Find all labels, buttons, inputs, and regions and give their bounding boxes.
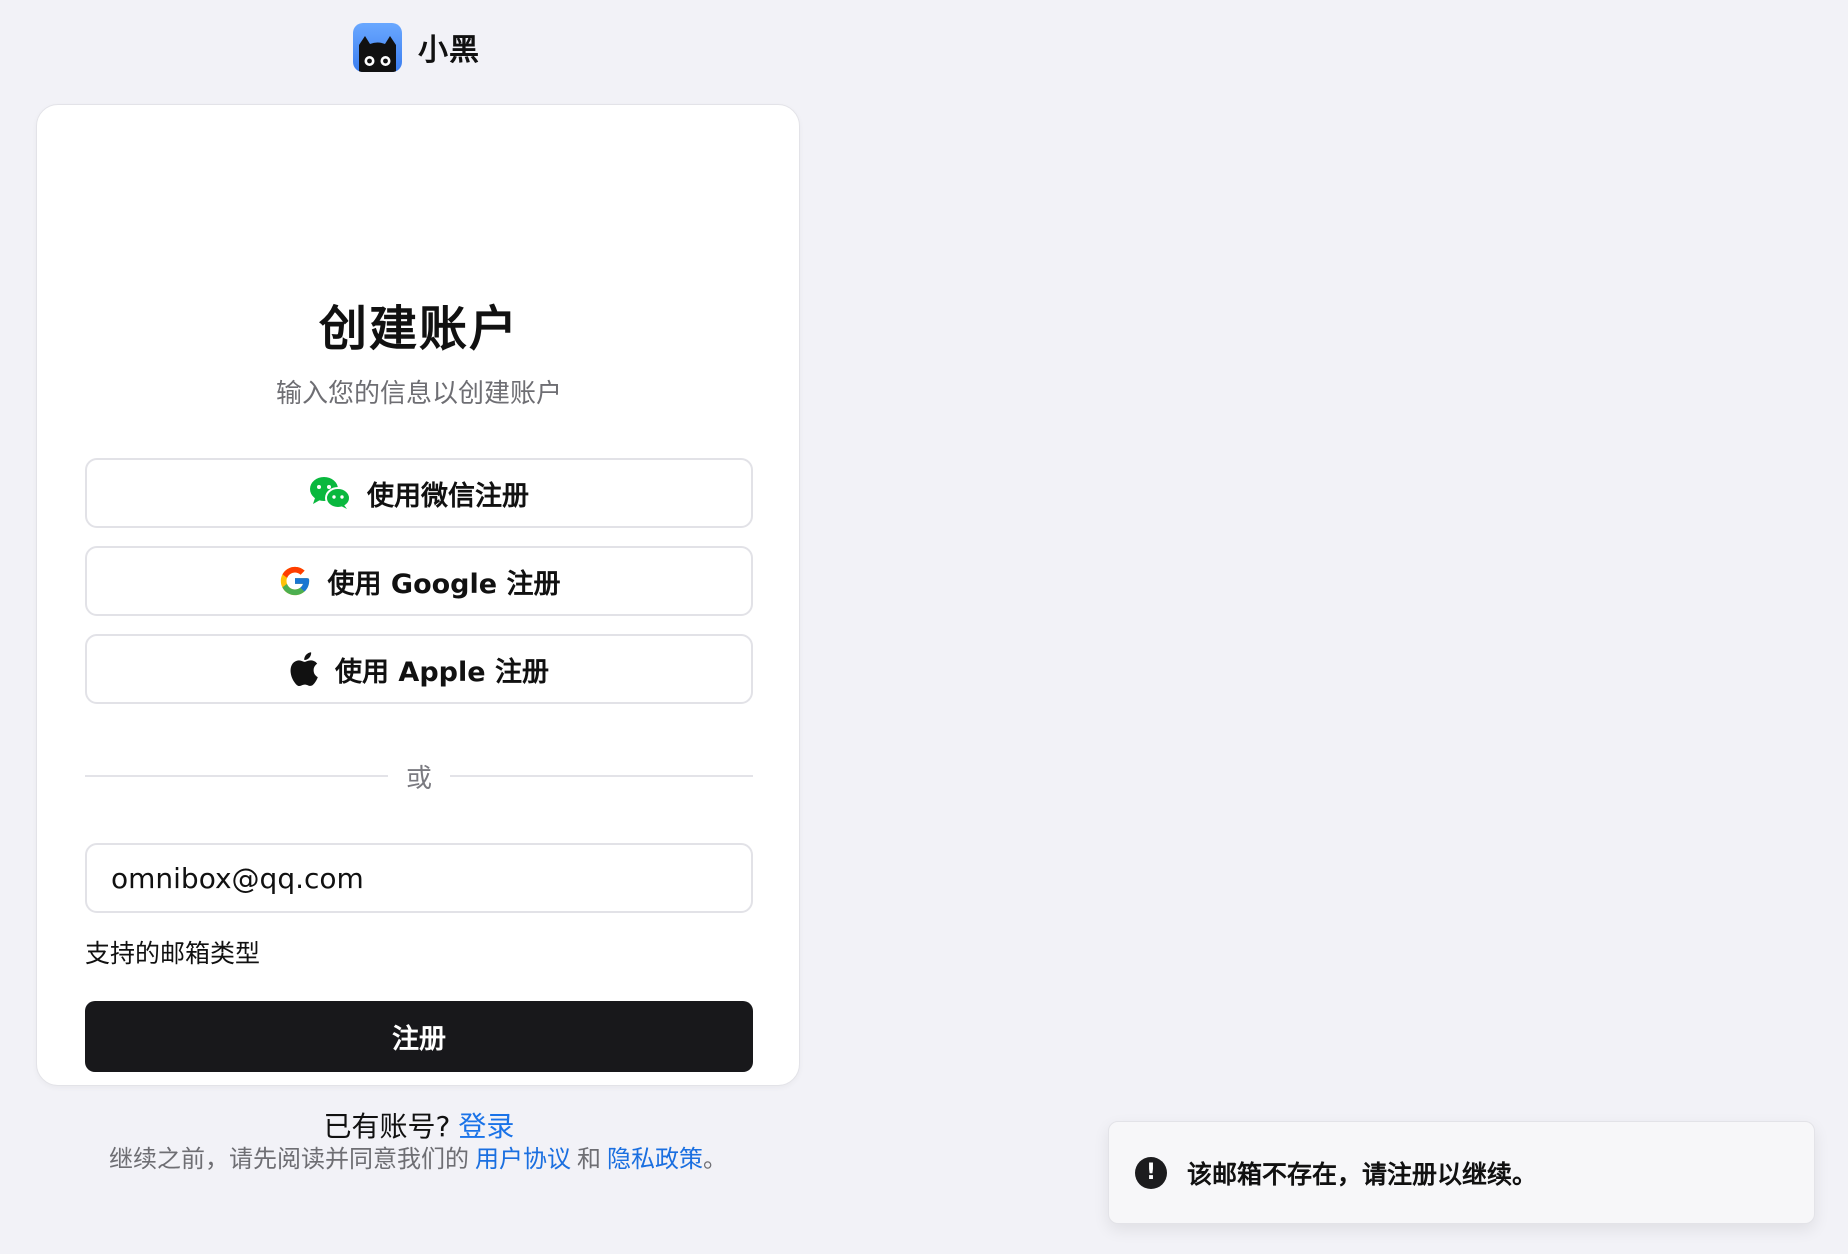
google-signup-label: 使用 Google 注册 bbox=[327, 568, 561, 600]
terms-prefix: 继续之前，请先阅读并同意我们的 bbox=[109, 1145, 469, 1173]
wechat-icon bbox=[309, 476, 351, 510]
supported-email-types-link[interactable]: 支持的邮箱类型 bbox=[85, 934, 260, 970]
signup-card: 创建账户 输入您的信息以创建账户 使用微信注册 使用 Google 注册 使用 … bbox=[36, 104, 800, 1143]
terms-suffix: 。 bbox=[703, 1145, 727, 1173]
apple-icon bbox=[289, 651, 319, 687]
user-agreement-link[interactable]: 用户协议 bbox=[475, 1145, 571, 1173]
page-subtitle: 输入您的信息以创建账户 bbox=[275, 379, 562, 409]
divider-line-right bbox=[450, 775, 754, 777]
brand-name: 小黑 bbox=[418, 33, 480, 68]
apple-signup-button[interactable]: 使用 Apple 注册 bbox=[85, 634, 753, 704]
privacy-policy-link[interactable]: 隐私政策 bbox=[607, 1145, 703, 1173]
black-cat-icon bbox=[353, 22, 402, 72]
divider-label: 或 bbox=[406, 763, 433, 794]
error-toast: ! 该邮箱不存在，请注册以继续。 bbox=[1108, 1121, 1815, 1224]
google-icon bbox=[278, 564, 312, 598]
wechat-signup-label: 使用微信注册 bbox=[367, 480, 529, 512]
apple-signup-label: 使用 Apple 注册 bbox=[335, 656, 549, 688]
brand-header: 小黑 bbox=[353, 22, 480, 72]
google-signup-button[interactable]: 使用 Google 注册 bbox=[85, 546, 753, 616]
email-field[interactable] bbox=[85, 843, 753, 913]
or-divider: 或 bbox=[85, 756, 754, 796]
divider-line-left bbox=[85, 775, 388, 777]
terms-and: 和 bbox=[577, 1145, 601, 1173]
signup-submit-button[interactable]: 注册 bbox=[85, 1001, 753, 1072]
page-title: 创建账户 bbox=[318, 301, 519, 357]
exclamation-circle-icon: ! bbox=[1135, 1156, 1167, 1189]
terms-notice: 继续之前，请先阅读并同意我们的 用户协议和隐私政策。 bbox=[0, 1139, 836, 1174]
wechat-signup-button[interactable]: 使用微信注册 bbox=[85, 458, 753, 528]
toast-message: 该邮箱不存在，请注册以继续。 bbox=[1187, 1159, 1538, 1189]
